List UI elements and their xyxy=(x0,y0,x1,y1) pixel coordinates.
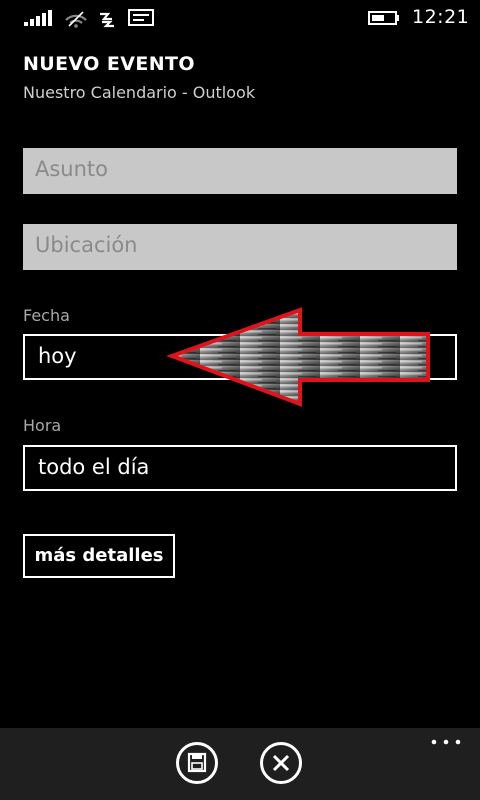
data-connection-icon xyxy=(100,12,114,28)
cancel-button[interactable] xyxy=(260,742,302,784)
time-picker[interactable]: todo el día xyxy=(23,445,457,491)
calendar-subtitle: Nuestro Calendario - Outlook xyxy=(23,83,256,102)
location-input[interactable]: Ubicación xyxy=(23,224,457,270)
message-icon xyxy=(128,9,154,26)
save-icon xyxy=(187,752,207,773)
more-details-button[interactable]: más detalles xyxy=(23,534,175,578)
subject-placeholder: Asunto xyxy=(35,157,109,181)
location-placeholder: Ubicación xyxy=(35,233,138,257)
date-label: Fecha xyxy=(23,306,70,325)
wifi-icon xyxy=(65,11,87,28)
subject-input[interactable]: Asunto xyxy=(23,148,457,194)
status-time: 12:21 xyxy=(412,6,470,28)
app-bar xyxy=(0,728,480,800)
more-icon[interactable] xyxy=(428,732,464,752)
save-button[interactable] xyxy=(176,742,218,784)
status-bar: 12:21 xyxy=(0,0,480,34)
annotation-arrow-icon xyxy=(166,307,430,407)
time-label: Hora xyxy=(23,416,62,435)
close-icon xyxy=(272,754,290,772)
signal-strength-icon xyxy=(24,10,52,26)
time-value: todo el día xyxy=(38,455,150,479)
page-title: NUEVO EVENTO xyxy=(23,53,195,75)
battery-icon xyxy=(368,11,399,25)
date-value: hoy xyxy=(38,344,77,368)
